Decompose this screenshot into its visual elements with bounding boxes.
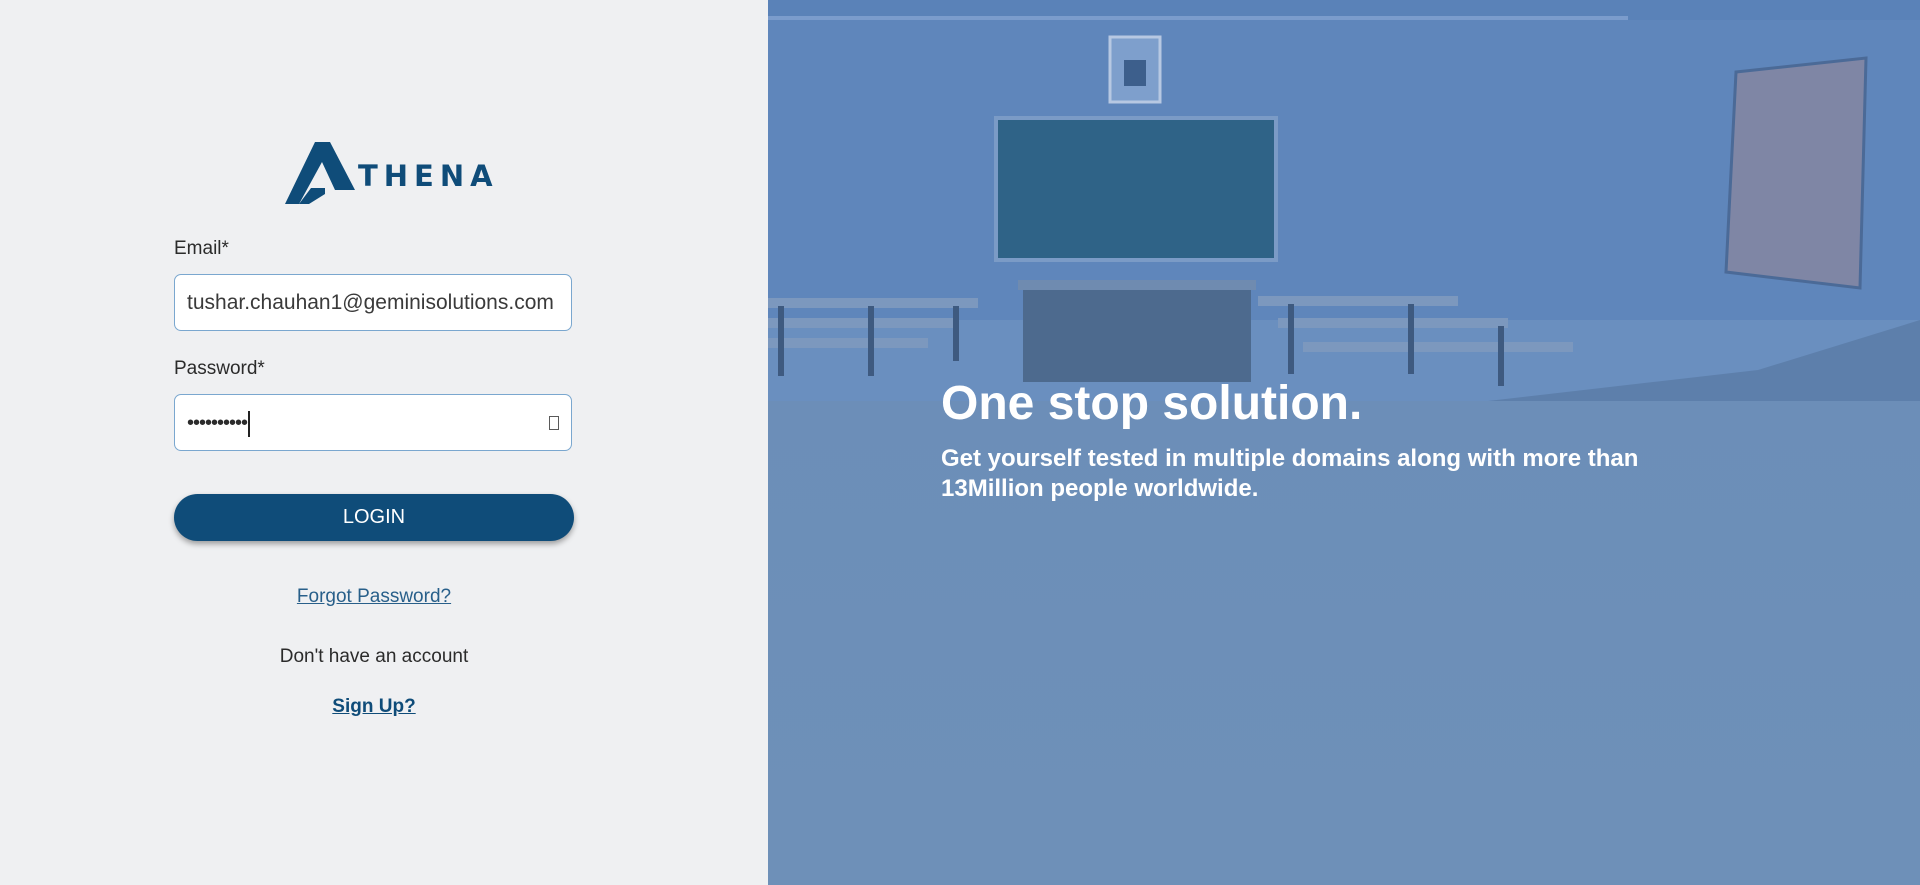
password-masked-text: ••••••••••: [187, 412, 248, 434]
forgot-password-link[interactable]: Forgot Password?: [0, 586, 748, 608]
hero-subtitle: Get yourself tested in multiple domains …: [941, 445, 1639, 502]
hero-panel: One stop solution. Get yourself tested i…: [768, 0, 1920, 885]
login-page: THENA Email* Password* •••••••••• LOGIN …: [0, 0, 1920, 885]
no-account-text: Don't have an account: [279, 646, 469, 667]
hero-title: One stop solution.: [941, 377, 1363, 430]
email-label: Email*: [174, 238, 229, 259]
email-field-box[interactable]: [174, 274, 572, 331]
sign-up-link[interactable]: Sign Up?: [0, 696, 748, 718]
login-button[interactable]: LOGIN: [174, 494, 574, 541]
eye-icon[interactable]: [549, 416, 559, 430]
athena-logo-icon: [285, 142, 355, 204]
password-field[interactable]: ••••••••••: [174, 394, 572, 451]
email-field[interactable]: [175, 275, 571, 330]
logo-text: THENA: [358, 159, 499, 193]
login-panel: THENA Email* Password* •••••••••• LOGIN …: [0, 0, 768, 885]
athena-logo: THENA: [285, 142, 499, 204]
text-caret: [248, 410, 251, 437]
classroom-image: [768, 0, 1920, 401]
password-label: Password*: [174, 358, 265, 379]
password-value[interactable]: ••••••••••: [187, 395, 251, 450]
